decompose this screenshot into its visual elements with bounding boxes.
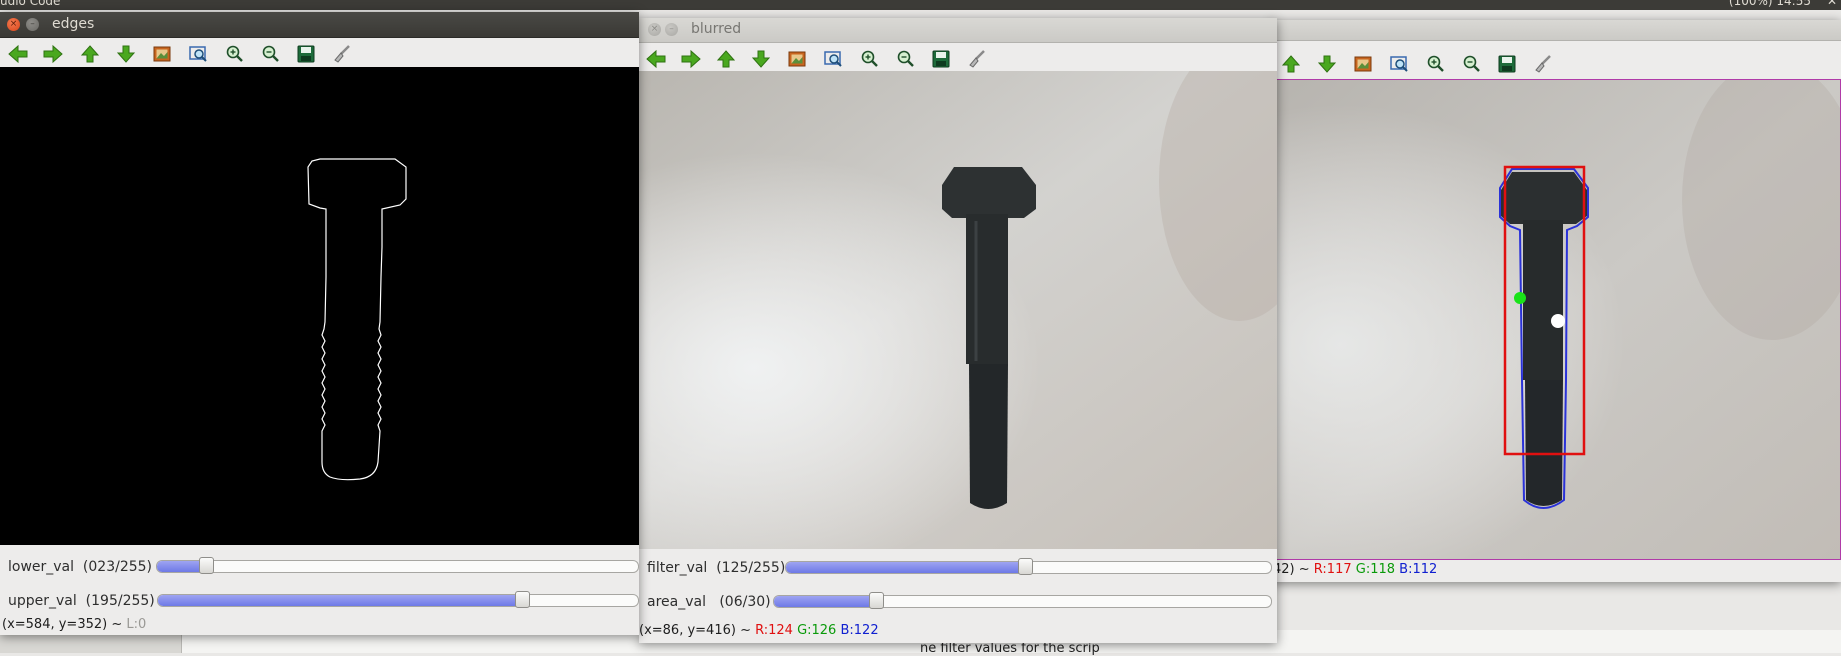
slider-thumb[interactable] bbox=[869, 592, 884, 609]
status-blue: B:122 bbox=[840, 623, 879, 638]
slider-fill bbox=[786, 562, 1024, 573]
status-green: G:126 bbox=[797, 623, 837, 638]
status-luminance: L:0 bbox=[126, 617, 147, 632]
slider-label: upper_val (195/255) bbox=[8, 593, 155, 609]
panel-close-icon[interactable]: ✕ bbox=[1827, 0, 1837, 8]
system-indicators: (100%) 14:55 bbox=[1728, 0, 1811, 8]
blurred-image-svg bbox=[639, 71, 1277, 549]
edges-titlebar[interactable]: × – edges bbox=[0, 12, 639, 38]
slider-label: area_val (06/30) bbox=[647, 594, 771, 610]
slider-thumb[interactable] bbox=[1018, 558, 1033, 575]
status-green: G:118 bbox=[1355, 562, 1396, 577]
brush-icon[interactable] bbox=[1531, 52, 1555, 76]
zoom-in-icon[interactable] bbox=[1423, 52, 1447, 76]
window-title: edges bbox=[52, 16, 95, 32]
slider-fill bbox=[157, 561, 201, 572]
slider-label: filter_val (125/255) bbox=[647, 560, 786, 576]
save-icon[interactable] bbox=[1495, 52, 1519, 76]
centroid-marker-green bbox=[1514, 292, 1526, 304]
minimize-icon[interactable]: – bbox=[665, 23, 678, 36]
zoom-out-icon[interactable] bbox=[1459, 52, 1483, 76]
result-image[interactable] bbox=[1271, 79, 1841, 560]
desktop-top-panel: udio Code (100%) 14:55 ✕ bbox=[0, 0, 1841, 10]
arrow-left-icon[interactable] bbox=[6, 42, 30, 66]
slider-track[interactable] bbox=[156, 560, 639, 573]
minimize-icon[interactable]: – bbox=[26, 18, 39, 31]
image-icon[interactable] bbox=[1351, 52, 1375, 76]
zoom-in-icon[interactable] bbox=[857, 47, 881, 71]
slider-label: lower_val (023/255) bbox=[8, 559, 153, 575]
edge-outline bbox=[307, 158, 407, 481]
edges-image[interactable] bbox=[0, 67, 639, 545]
blurred-image[interactable] bbox=[639, 71, 1277, 549]
filter-val-slider[interactable]: filter_val (125/255) bbox=[639, 553, 1277, 583]
arrow-left-icon[interactable] bbox=[644, 47, 668, 71]
slider-fill bbox=[774, 596, 874, 607]
blurred-window: × – blurred filter_val (125/255) area_va… bbox=[639, 18, 1277, 643]
brush-icon[interactable] bbox=[330, 42, 354, 66]
save-icon[interactable] bbox=[929, 47, 953, 71]
close-icon[interactable]: × bbox=[648, 23, 661, 36]
zoom-out-icon[interactable] bbox=[258, 42, 282, 66]
status-bar: (x=86, y=416) ~ R:124 G:126 B:122 bbox=[639, 623, 1277, 641]
area-val-slider[interactable]: area_val (06/30) bbox=[639, 587, 1277, 617]
arrow-down-icon[interactable] bbox=[114, 42, 138, 66]
zoom-select-icon[interactable] bbox=[821, 47, 845, 71]
slider-track[interactable] bbox=[773, 595, 1272, 608]
image-icon[interactable] bbox=[150, 42, 174, 66]
lower-val-slider[interactable]: lower_val (023/255) bbox=[0, 552, 639, 582]
edges-window: × – edges lower_val (023/255) upper_val … bbox=[0, 12, 639, 635]
status-coordinates: (x=86, y=416) ~ bbox=[639, 623, 756, 638]
status-coordinates: (x=584, y=352) ~ bbox=[2, 617, 127, 632]
window-title: blurred bbox=[691, 21, 742, 37]
slider-thumb[interactable] bbox=[199, 557, 214, 574]
status-bar: 42) ~ R:117 G:118 B:112 bbox=[1273, 562, 1841, 580]
status-coordinates: 42) ~ bbox=[1273, 562, 1314, 577]
blurred-titlebar[interactable]: × – blurred bbox=[639, 18, 1277, 43]
slider-track[interactable] bbox=[157, 594, 639, 607]
zoom-select-icon[interactable] bbox=[186, 42, 210, 66]
app-name: udio Code bbox=[0, 0, 61, 8]
status-bar: (x=584, y=352) ~ L:0 bbox=[2, 617, 639, 635]
arrow-right-icon[interactable] bbox=[41, 42, 65, 66]
edges-image-svg bbox=[307, 158, 407, 481]
zoom-in-icon[interactable] bbox=[222, 42, 246, 66]
arrow-up-icon[interactable] bbox=[78, 42, 102, 66]
result-image-svg bbox=[1272, 80, 1840, 559]
background-document-text: ne filter values for the scrip bbox=[920, 641, 1100, 656]
arrow-down-icon[interactable] bbox=[749, 47, 773, 71]
close-icon[interactable]: × bbox=[7, 18, 20, 31]
image-icon[interactable] bbox=[785, 47, 809, 71]
arrow-up-icon[interactable] bbox=[714, 47, 738, 71]
upper-val-slider[interactable]: upper_val (195/255) bbox=[0, 586, 639, 616]
slider-thumb[interactable] bbox=[515, 591, 530, 608]
result-titlebar[interactable] bbox=[1271, 20, 1841, 41]
brush-icon[interactable] bbox=[965, 47, 989, 71]
arrow-up-icon[interactable] bbox=[1279, 52, 1303, 76]
status-red: R:117 bbox=[1313, 562, 1352, 577]
zoom-select-icon[interactable] bbox=[1387, 52, 1411, 76]
zoom-out-icon[interactable] bbox=[893, 47, 917, 71]
status-blue: B:112 bbox=[1399, 562, 1438, 577]
result-window: 42) ~ R:117 G:118 B:112 bbox=[1271, 20, 1841, 582]
status-red: R:124 bbox=[755, 623, 793, 638]
save-icon[interactable] bbox=[294, 42, 318, 66]
centroid-marker-white bbox=[1551, 314, 1565, 328]
arrow-right-icon[interactable] bbox=[679, 47, 703, 71]
slider-fill bbox=[158, 595, 523, 606]
arrow-down-icon[interactable] bbox=[1315, 52, 1339, 76]
